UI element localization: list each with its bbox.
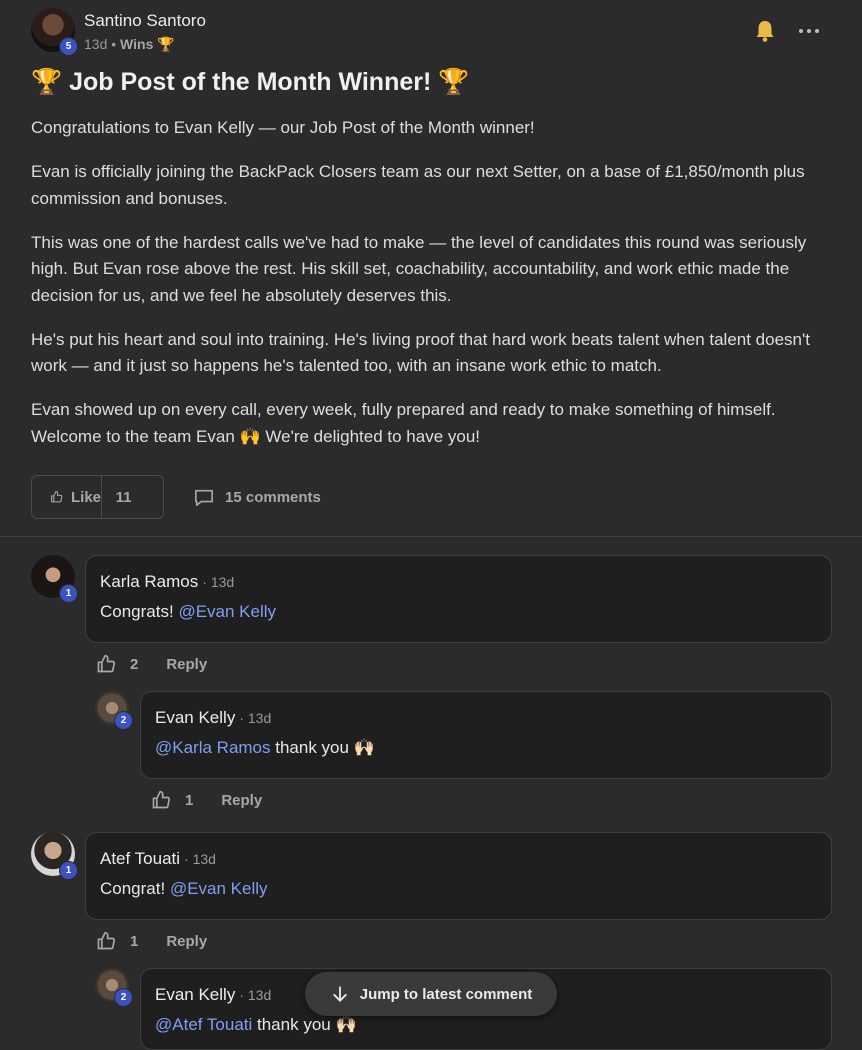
like-control: Like 11 xyxy=(31,475,164,519)
reply-button[interactable]: Reply xyxy=(166,656,207,673)
commenter-avatar[interactable]: 2 xyxy=(95,968,133,1007)
post-paragraph: This was one of the hardest calls we've … xyxy=(31,232,807,305)
jump-to-latest-button[interactable]: Jump to latest comment xyxy=(305,972,557,1016)
post-body: Congratulations to Evan Kelly — our Job … xyxy=(31,115,836,468)
reply-button[interactable]: Reply xyxy=(166,933,207,950)
comment-author[interactable]: Karla Ramos xyxy=(100,572,198,591)
level-badge: 5 xyxy=(59,37,78,56)
comment-text: Congrat! @Evan Kelly xyxy=(100,879,268,898)
level-badge: 2 xyxy=(114,711,133,730)
comments-count: 15 comments xyxy=(225,488,321,506)
post-paragraph: Evan showed up on every call, every week… xyxy=(31,400,776,446)
comment-text: @Karla Ramos thank you 🙌🏻 xyxy=(155,738,375,757)
thumbs-up-icon[interactable] xyxy=(151,790,171,810)
comment-bubble: Karla Ramos · 13d Congrats! @Evan Kelly xyxy=(85,555,832,643)
comment-actions: 1 Reply xyxy=(151,790,262,810)
jump-label: Jump to latest comment xyxy=(359,985,533,1003)
comment-text: Congrats! @Evan Kelly xyxy=(100,602,277,621)
comment-like-count: 1 xyxy=(130,932,139,950)
comment-actions: 2 Reply xyxy=(96,654,207,674)
arrow-down-icon xyxy=(332,986,347,1002)
comment-like-count: 1 xyxy=(185,791,194,809)
author-name[interactable]: Santino Santoro xyxy=(84,11,206,31)
reply-button[interactable]: Reply xyxy=(221,792,262,809)
level-badge: 1 xyxy=(59,584,78,603)
comment-author[interactable]: Evan Kelly xyxy=(155,985,235,1004)
like-label: Like xyxy=(70,488,101,506)
thumbs-up-icon xyxy=(51,491,63,503)
level-badge: 1 xyxy=(59,861,78,880)
post-category[interactable]: Wins xyxy=(120,36,153,52)
comment-like-count: 2 xyxy=(130,655,139,673)
commenter-avatar[interactable]: 1 xyxy=(31,832,78,880)
bell-icon[interactable] xyxy=(754,19,776,43)
more-icon[interactable] xyxy=(798,22,820,40)
like-count[interactable]: 11 xyxy=(102,489,145,506)
post-meta: 13d • Wins 🏆 xyxy=(84,36,175,52)
thumbs-up-icon[interactable] xyxy=(96,654,116,674)
thumbs-up-icon[interactable] xyxy=(96,931,116,951)
mention-link[interactable]: @Evan Kelly xyxy=(170,879,268,898)
like-button[interactable]: Like xyxy=(32,476,102,518)
commenter-avatar[interactable]: 2 xyxy=(95,691,133,730)
comment-icon xyxy=(195,489,213,506)
mention-link[interactable]: @Atef Touati xyxy=(155,1015,252,1034)
comment-author[interactable]: Evan Kelly xyxy=(155,708,235,727)
trophy-icon: 🏆 xyxy=(157,36,175,52)
mention-link[interactable]: @Karla Ramos xyxy=(155,738,271,757)
comment-time: · 13d xyxy=(184,851,216,867)
level-badge: 2 xyxy=(114,988,133,1007)
commenter-avatar[interactable]: 1 xyxy=(31,555,78,603)
comment-time: · 13d xyxy=(202,574,235,590)
post-paragraph: Evan is officially joining the BackPack … xyxy=(31,162,805,208)
comment-bubble: Atef Touati · 13d Congrat! @Evan Kelly xyxy=(85,832,832,920)
post-time: 13d xyxy=(84,36,108,52)
mention-link[interactable]: @Evan Kelly xyxy=(178,602,276,621)
post-paragraph: He's put his heart and soul into trainin… xyxy=(31,329,810,376)
comment-text: @Atef Touati thank you 🙌🏻 xyxy=(155,1015,357,1034)
comment-bubble: Evan Kelly · 13d @Karla Ramos thank you 🙌… xyxy=(140,691,832,779)
post-paragraph: Congratulations to Evan Kelly — our Job … xyxy=(31,118,535,137)
comments-button[interactable]: 15 comments xyxy=(193,487,321,507)
comment-time: · 13d xyxy=(239,987,272,1003)
comment-actions: 1 Reply xyxy=(96,931,207,951)
comment-time: · 13d xyxy=(239,710,272,726)
divider xyxy=(0,536,862,537)
post-title: 🏆 Job Post of the Month Winner! 🏆 xyxy=(31,68,470,96)
author-avatar[interactable]: 5 xyxy=(31,8,78,56)
comment-author[interactable]: Atef Touati xyxy=(100,849,180,868)
